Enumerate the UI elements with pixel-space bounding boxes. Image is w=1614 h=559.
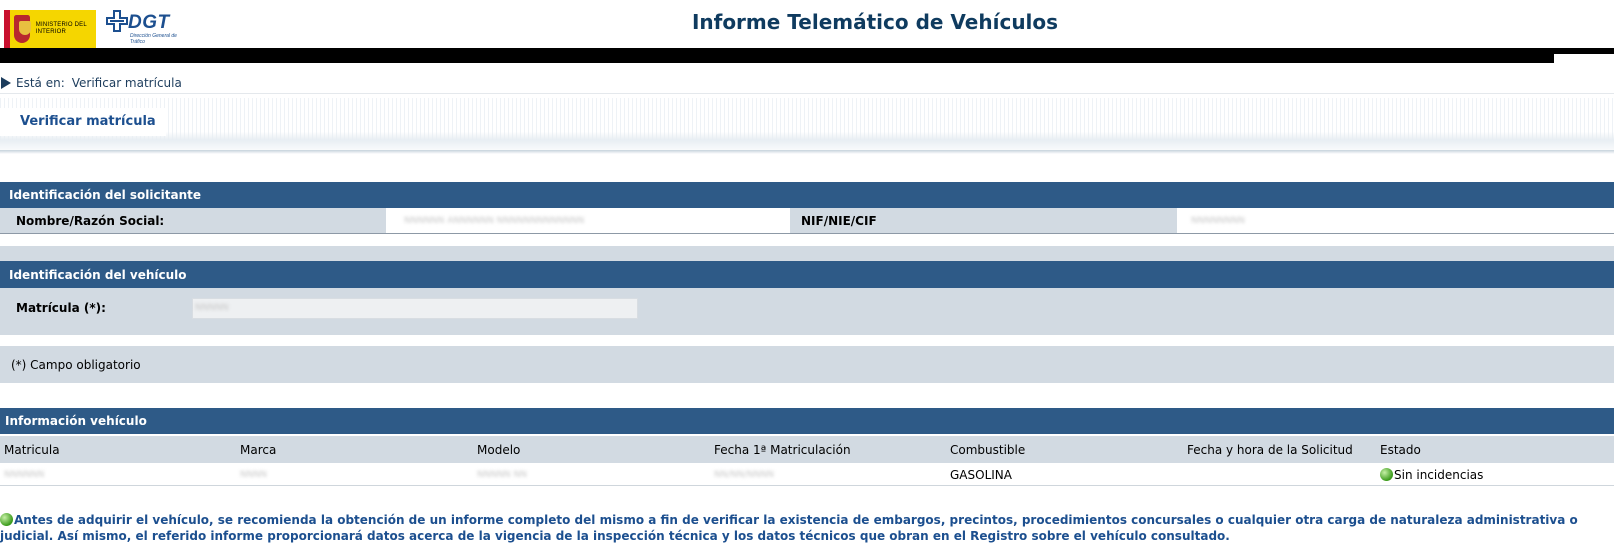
name-label: Nombre/Razón Social:	[16, 214, 165, 228]
breadcrumb-label: Está en:	[16, 76, 65, 90]
section-header: Verificar matrícula	[0, 98, 1614, 154]
col-model: Modelo	[477, 443, 521, 457]
page-title: Informe Telemático de Vehículos	[691, 10, 1059, 34]
name-value-cell: NNNNNN ANNNNNN NNNNNNNNNNNNN	[386, 208, 790, 233]
plate-input-value: NNNNN	[195, 303, 229, 313]
plate-input[interactable]: NNNNN	[192, 298, 638, 319]
col-first-registration: Fecha 1ª Matriculación	[714, 443, 851, 457]
breadcrumb-arrow-icon	[1, 77, 11, 89]
header: MINISTERIO DEL INTERIOR DGT Dirección Ge…	[0, 0, 1614, 48]
header-divider	[0, 48, 1614, 63]
info-bullet-icon	[0, 513, 13, 526]
vehicle-table-header: Matricula Marca Modelo Fecha 1ª Matricul…	[0, 436, 1614, 463]
row-status-text: Sin incidencias	[1394, 468, 1484, 482]
col-plate: Matricula	[4, 443, 60, 457]
spacer	[0, 246, 1614, 261]
required-note: (*) Campo obligatorio	[11, 358, 141, 372]
breadcrumb-divider	[0, 93, 1614, 94]
row-model: NNNNN NN	[477, 470, 527, 480]
row-plate: NNNNNN	[4, 470, 45, 480]
vehicle-info-heading: Información vehículo	[0, 408, 1614, 434]
status-ok-icon	[1380, 468, 1393, 481]
notice: Antes de adquirir el vehículo, se recomi…	[0, 512, 1614, 544]
col-request-datetime: Fecha y hora de la Solicitud	[1187, 443, 1353, 457]
notice-text: Antes de adquirir el vehículo, se recomi…	[0, 513, 1578, 543]
col-fuel: Combustible	[950, 443, 1026, 457]
breadcrumb-current: Verificar matrícula	[71, 76, 182, 90]
name-value: NNNNNN ANNNNNN NNNNNNNNNNNNN	[404, 216, 585, 226]
applicant-heading: Identificación del solicitante	[0, 182, 1614, 208]
row-brand: NNNN	[240, 470, 267, 480]
section-title: Verificar matrícula	[0, 108, 166, 136]
col-status: Estado	[1380, 443, 1421, 457]
vehicle-id-heading: Identificación del vehículo	[0, 261, 1614, 288]
table-row: NNNNNN NNNN NNNNN NN NN/NN/NNNN GASOLINA…	[0, 463, 1614, 486]
col-brand: Marca	[240, 443, 277, 457]
nif-value-cell: NNNNNNNN	[1177, 208, 1614, 233]
nif-value: NNNNNNNN	[1191, 216, 1245, 226]
dgt-logo-subtext: Dirección General de Tráfico	[130, 33, 177, 45]
breadcrumb: Está en: Verificar matrícula	[0, 74, 182, 92]
required-note-row: (*) Campo obligatorio	[0, 346, 1614, 383]
plate-label: Matrícula (*):	[16, 301, 106, 315]
row-status: Sin incidencias	[1380, 468, 1483, 482]
row-first-registration: NN/NN/NNNN	[714, 470, 774, 480]
applicant-row: Nombre/Razón Social: NNNNNN ANNNNNN NNNN…	[0, 208, 1614, 234]
row-fuel: GASOLINA	[950, 468, 1012, 482]
nif-label: NIF/NIE/CIF	[801, 214, 877, 228]
